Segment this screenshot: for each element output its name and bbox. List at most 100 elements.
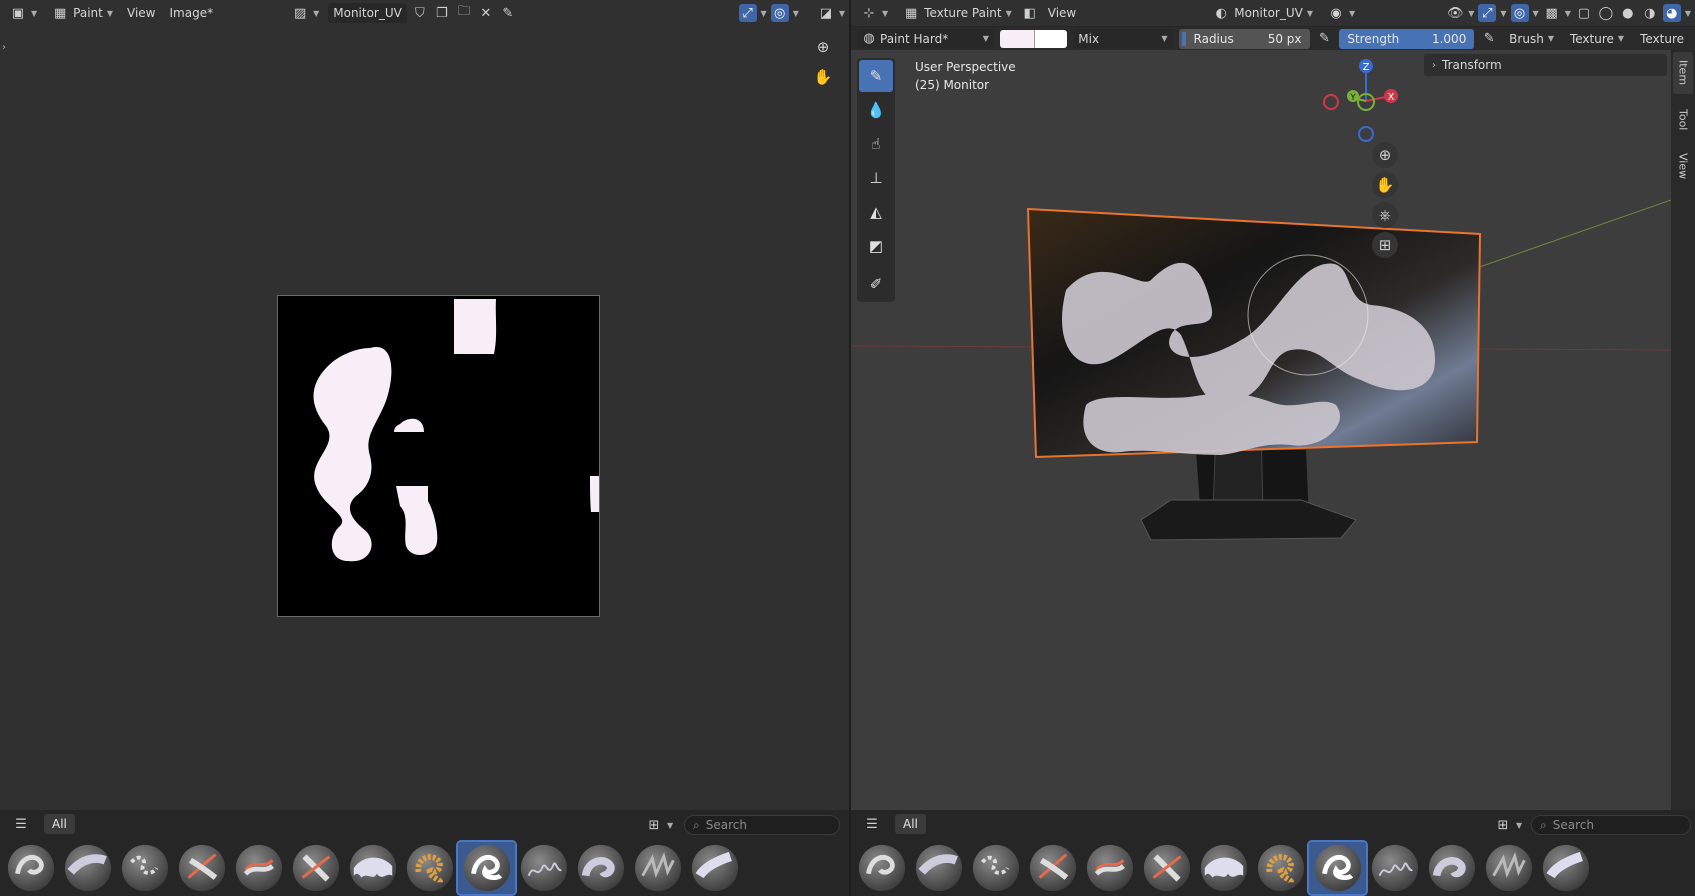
texture-menu-label: Texture <box>1569 31 1614 46</box>
overlay-icon[interactable]: ◎ <box>770 4 789 22</box>
overlays-icon[interactable]: ◎ <box>1510 4 1529 22</box>
sidebar-toggle-icon[interactable]: › <box>2 42 6 53</box>
brush-preset-thumbnail[interactable] <box>59 842 116 894</box>
shelf-menu-icon-right[interactable]: ☰ <box>863 815 881 833</box>
brush-preset-thumbnail[interactable] <box>910 842 967 894</box>
brush-preset-thumbnail[interactable] <box>629 842 686 894</box>
editor-type-button[interactable]: ▣ ▼ <box>4 3 42 23</box>
brush-preview-icon <box>1314 844 1361 892</box>
smear-tool-icon[interactable]: ☝ <box>859 128 893 160</box>
paint-mask-icon[interactable]: ◧ <box>1021 4 1039 22</box>
viewport-zoom-icon[interactable]: ⊕ <box>1372 142 1398 168</box>
editor-type-button-right[interactable]: ⊹ ▼ <box>855 3 893 23</box>
brush-preset-thumbnail[interactable] <box>1138 842 1195 894</box>
strength-field[interactable]: Strength 1.000 <box>1339 28 1475 49</box>
image-name-field[interactable]: Monitor_UV <box>328 3 407 23</box>
menu-view-right[interactable]: View <box>1043 3 1081 23</box>
brush-preset-thumbnail[interactable] <box>230 842 287 894</box>
snap-icon[interactable]: ⤢ <box>738 4 757 22</box>
radius-pressure-icon[interactable]: ✎ <box>1316 30 1334 48</box>
brush-preset-thumbnail[interactable] <box>1480 842 1537 894</box>
duplicate-icon[interactable]: ❐ <box>433 4 451 22</box>
mode-label: Paint <box>73 6 103 20</box>
camera-view-icon[interactable]: ⎈ <box>1372 202 1398 228</box>
navigation-gizmo[interactable]: Z X Y <box>1321 56 1411 146</box>
shelf-view-button-right[interactable]: ⊞ ▼ <box>1489 815 1527 835</box>
pan-hand-icon[interactable]: ✋ <box>810 64 836 90</box>
display-channels-icon[interactable]: ◪ <box>817 4 835 22</box>
blend-mode-dropdown[interactable]: Mix ▼ <box>1073 28 1173 49</box>
brush-preset-thumbnail[interactable] <box>1537 842 1594 894</box>
brush-preset-thumbnail[interactable] <box>287 842 344 894</box>
pin-icon[interactable]: ✎ <box>499 4 517 22</box>
brush-dropdown[interactable]: ◍ Paint Hard* ▼ <box>857 28 994 49</box>
brush-preset-thumbnail[interactable] <box>967 842 1024 894</box>
shelf-menu-icon[interactable]: ☰ <box>12 815 30 833</box>
perspective-toggle-icon[interactable]: ⊞ <box>1372 232 1398 258</box>
toggle-xray-icon[interactable]: ▢ <box>1575 4 1593 22</box>
fill-tool-icon[interactable]: ◭ <box>859 196 893 228</box>
zoom-icon[interactable]: ⊕ <box>810 34 836 60</box>
fake-user-icon[interactable]: ⛉ <box>411 4 429 22</box>
draw-tool-icon[interactable]: ✎ <box>859 60 893 92</box>
radius-field[interactable]: Radius 50 px <box>1178 28 1310 49</box>
gizmo-icon[interactable]: ⤢ <box>1478 4 1497 22</box>
material-shading-icon[interactable]: ◑ <box>1641 4 1659 22</box>
secondary-color-swatch[interactable] <box>1033 29 1068 48</box>
viewport-pan-icon[interactable]: ✋ <box>1372 172 1398 198</box>
canvas-image-dropdown[interactable]: ◐ Monitor_UV ▼ <box>1207 3 1318 23</box>
brush-preset-thumbnail[interactable] <box>116 842 173 894</box>
close-icon[interactable]: ✕ <box>477 4 495 22</box>
wireframe-shading-icon[interactable]: ◯ <box>1597 4 1615 22</box>
shelf-search-input-right[interactable]: ⌕ Search <box>1531 815 1691 835</box>
texture-menu-2[interactable]: Texture <box>1635 29 1689 49</box>
strength-pressure-icon[interactable]: ✎ <box>1480 30 1498 48</box>
menu-image[interactable]: Image* <box>165 3 219 23</box>
texture-paint-strokes <box>313 299 599 562</box>
annotate-tool-icon[interactable]: ✐ <box>859 268 893 300</box>
mode-dropdown-right[interactable]: ▦ Texture Paint ▼ <box>897 3 1017 23</box>
brush-preset-thumbnail[interactable] <box>456 840 517 896</box>
clone-tool-icon[interactable]: ⊥ <box>859 162 893 194</box>
brush-preset-thumbnail[interactable] <box>1423 842 1480 894</box>
mask-tool-icon[interactable]: ◩ <box>859 230 893 262</box>
image-canvas[interactable]: › ⊕ ✋ <box>0 26 849 810</box>
shelf-view-button[interactable]: ⊞ ▼ <box>640 815 678 835</box>
shelf-tab-all[interactable]: All <box>44 814 75 834</box>
sidebar-transform-panel[interactable]: › Transform <box>1424 54 1667 76</box>
brush-preset-thumbnail[interactable] <box>344 842 401 894</box>
shelf-search-input[interactable]: ⌕ Search <box>684 815 840 835</box>
rendered-shading-icon[interactable]: ◕ <box>1662 4 1681 22</box>
brush-preset-thumbnail[interactable] <box>173 842 230 894</box>
brush-menu[interactable]: Brush ▼ <box>1504 29 1559 49</box>
open-folder-icon[interactable]: 🗀 <box>455 4 473 22</box>
brush-preset-thumbnail[interactable] <box>572 842 629 894</box>
image-browse-button[interactable]: ▨ ▼ <box>286 3 324 23</box>
sidebar-tab-item[interactable]: Item <box>1673 52 1693 94</box>
brush-preset-thumbnail[interactable] <box>1195 842 1252 894</box>
falloff-dropdown[interactable]: ◉ ▼ <box>1322 3 1360 23</box>
sidebar-tab-tool[interactable]: Tool <box>1673 100 1693 140</box>
brush-preset-thumbnail[interactable] <box>853 842 910 894</box>
primary-color-swatch[interactable] <box>999 29 1034 48</box>
brush-preset-thumbnail[interactable] <box>1307 840 1368 896</box>
texture-menu[interactable]: Texture ▼ <box>1565 29 1629 49</box>
solid-shading-icon[interactable]: ● <box>1619 4 1637 22</box>
sidebar-tab-view[interactable]: View <box>1673 146 1693 186</box>
brush-preset-thumbnail[interactable] <box>515 842 572 894</box>
uv-texture-image[interactable] <box>277 295 600 617</box>
brush-preset-thumbnail[interactable] <box>1252 842 1309 894</box>
brush-preset-thumbnail[interactable] <box>1081 842 1138 894</box>
visibility-icon[interactable]: 👁 <box>1446 4 1464 22</box>
xray-icon[interactable]: ▩ <box>1543 4 1561 22</box>
brush-preset-thumbnail[interactable] <box>2 842 59 894</box>
brush-preset-thumbnail[interactable] <box>1366 842 1423 894</box>
brush-preset-thumbnail[interactable] <box>1024 842 1081 894</box>
shelf-tab-all-right[interactable]: All <box>895 814 926 834</box>
brush-preset-thumbnail[interactable] <box>401 842 458 894</box>
brush-preset-thumbnail[interactable] <box>686 842 743 894</box>
menu-view[interactable]: View <box>122 3 160 23</box>
mode-dropdown[interactable]: ▦ Paint ▼ <box>46 3 118 23</box>
soften-tool-icon[interactable]: 💧 <box>859 94 893 126</box>
3d-viewport[interactable]: ✎ 💧 ☝ ⊥ ◭ ◩ ✐ User Perspective (25) Moni… <box>851 50 1695 810</box>
